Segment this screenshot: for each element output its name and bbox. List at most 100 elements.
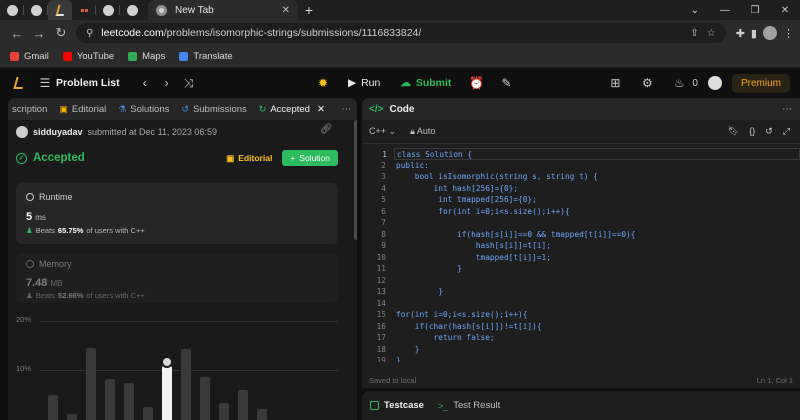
forward-button[interactable]: → [28, 26, 50, 41]
close-tab-icon[interactable]: ✕ [317, 104, 325, 115]
left-scrollbar[interactable] [354, 120, 357, 240]
code-line[interactable]: 13 } [362, 286, 800, 298]
browser-tab-new-tab[interactable]: New Tab ✕ [148, 0, 298, 20]
streak-fire-icon[interactable]: ♨ [668, 76, 690, 90]
settings-gear-icon[interactable]: ⚙ [636, 76, 658, 90]
new-tab-button[interactable]: + [298, 2, 320, 18]
distribution-bar[interactable] [124, 383, 134, 420]
code-line[interactable]: 8 if(hash[s[i]]==0 && tmapped[t[i]]==0){ [362, 229, 800, 241]
distribution-bar[interactable] [219, 403, 229, 420]
minimize-button[interactable]: — [710, 0, 740, 20]
url-bar[interactable]: ⚲ leetcode.com/problems/isomorphic-strin… [75, 23, 726, 43]
close-window-button[interactable]: ✕ [770, 0, 800, 20]
menu-icon[interactable]: ⋮ [783, 27, 794, 40]
runtime-card[interactable]: Runtime 5 ms ♟ Beats 65.75% of users with C… [16, 183, 338, 244]
memory-card[interactable]: Memory 7.48 MB ♟ Beats 52.66% of users with… [16, 253, 338, 303]
code-line[interactable]: 11 } [362, 263, 800, 275]
distribution-bar[interactable] [181, 348, 191, 420]
more-options-icon[interactable]: ⋯ [342, 104, 352, 115]
browser-tab-4[interactable] [96, 0, 120, 20]
code-line[interactable]: 10 tmapped[t[i]]=1; [362, 252, 800, 264]
distribution-bar[interactable] [238, 390, 248, 420]
code-line[interactable]: 19} [362, 355, 800, 362]
close-icon[interactable]: ✕ [282, 5, 290, 16]
code-line[interactable]: 7 [362, 217, 800, 229]
bookmark-star-icon[interactable]: ☆ [707, 28, 716, 39]
panel-resize-handle[interactable] [358, 98, 360, 420]
browser-tab-leetcode[interactable] [48, 0, 72, 20]
leetcode-logo[interactable] [8, 75, 34, 91]
username[interactable]: sidduyadav [33, 127, 83, 137]
browser-tab-5[interactable] [120, 0, 144, 20]
next-problem-icon[interactable]: › [156, 76, 178, 90]
tab-editorial[interactable]: ▣ Editorial [59, 104, 106, 115]
format-braces-icon[interactable]: {} [749, 126, 755, 137]
tab-solutions[interactable]: ⚗ Solutions [118, 104, 169, 115]
editorial-button[interactable]: ▣ Editorial [226, 153, 272, 164]
note-icon[interactable]: ✎ [495, 76, 517, 90]
language-selector[interactable]: C++ ⌄ [369, 126, 396, 137]
back-button[interactable]: ← [6, 26, 28, 41]
distribution-bar[interactable] [67, 414, 77, 420]
code-line[interactable]: 3 bool isIsomorphic(string s, string t) … [362, 171, 800, 183]
reset-icon[interactable]: ↺ [765, 126, 773, 137]
distribution-bar[interactable] [143, 407, 153, 420]
url-text[interactable]: leetcode.com/problems/isomorphic-strings… [101, 27, 682, 39]
code-line[interactable]: 2 public: [362, 160, 800, 172]
bookmark-icon[interactable]: 🔖︎ [728, 126, 739, 137]
timer-icon[interactable]: ⏰ [465, 76, 487, 90]
share-link-icon[interactable]: 🔗︎ [320, 124, 333, 135]
tab-search-icon[interactable]: ⌄ [680, 0, 710, 20]
bookmark-gmail[interactable]: Gmail [10, 51, 49, 62]
extensions-icon[interactable]: ✚ [736, 27, 745, 40]
browser-tab-2[interactable] [24, 0, 48, 20]
code-area[interactable]: 1 class Solution {2 public: 3 bool isIsomor… [362, 148, 800, 362]
code-line[interactable]: 16 if(char(hash[s[i]])!=t[i]){ [362, 321, 800, 333]
code-line[interactable]: 6 for(int i=0;i<s.size();i++){ [362, 206, 800, 218]
layout-icon[interactable]: ⊞ [604, 76, 626, 90]
tab-submissions[interactable]: ↺ Submissions [181, 104, 246, 115]
submit-button[interactable]: ☁ Submit [394, 77, 457, 89]
reload-button[interactable]: ↻ [50, 25, 72, 41]
browser-tab-3[interactable] [72, 0, 96, 20]
code-line[interactable]: 1 class Solution { [382, 148, 800, 160]
run-button[interactable]: ▶ Run [342, 77, 386, 89]
profile-avatar[interactable] [762, 26, 777, 40]
code-line[interactable]: 9 hash[s[i]]=t[i]; [362, 240, 800, 252]
my-runtime-bar[interactable] [162, 365, 172, 420]
distribution-bar[interactable] [105, 379, 115, 420]
code-line[interactable]: 12 [362, 275, 800, 287]
bookmark-youtube[interactable]: YouTube [62, 51, 114, 62]
code-line[interactable]: 4 int hash[256]={0}; [362, 183, 800, 195]
side-panel-icon[interactable]: ▮ [751, 27, 757, 40]
user-avatar[interactable] [707, 76, 722, 90]
problem-list-link[interactable]: Problem List [56, 77, 120, 89]
fullscreen-icon[interactable]: ⤢ [783, 126, 790, 137]
tab-description[interactable]: scription [12, 104, 47, 115]
tab-accepted[interactable]: ↻ Accepted ✕ [259, 104, 325, 115]
prev-problem-icon[interactable]: ‹ [134, 76, 156, 90]
code-line[interactable]: 14 [362, 298, 800, 310]
solution-button[interactable]: + Solution [282, 150, 338, 166]
auto-mode-toggle[interactable]: 🔒︎ Auto [410, 126, 435, 137]
code-line[interactable]: 18 } [362, 344, 800, 356]
share-icon[interactable]: ⇪ [690, 28, 698, 39]
distribution-bar[interactable] [48, 395, 58, 420]
distribution-bar[interactable] [86, 348, 96, 420]
tab-testcase[interactable]: Testcase [370, 400, 424, 411]
distribution-bar[interactable] [257, 408, 267, 420]
more-options-icon[interactable]: ⋯ [782, 104, 792, 115]
distribution-bar[interactable] [200, 377, 210, 420]
shuffle-icon[interactable]: ⤨ [178, 76, 200, 91]
browser-tab-1[interactable] [0, 0, 24, 20]
restore-button[interactable]: ❐ [740, 0, 770, 20]
debug-icon[interactable]: ✹ [312, 76, 334, 90]
code-line[interactable]: 5 int tmapped[256]={0}; [362, 194, 800, 206]
bookmark-translate[interactable]: Translate [179, 51, 233, 62]
site-info-icon[interactable]: ⚲ [86, 28, 93, 39]
problem-list-icon[interactable]: ☰ [34, 76, 56, 90]
code-line[interactable]: 15 for(int i=0;i<s.size();i++){ [362, 309, 800, 321]
code-line[interactable]: 17 return false; [362, 332, 800, 344]
tab-test-result[interactable]: >_ Test Result [438, 400, 500, 411]
bookmark-maps[interactable]: Maps [128, 51, 165, 62]
